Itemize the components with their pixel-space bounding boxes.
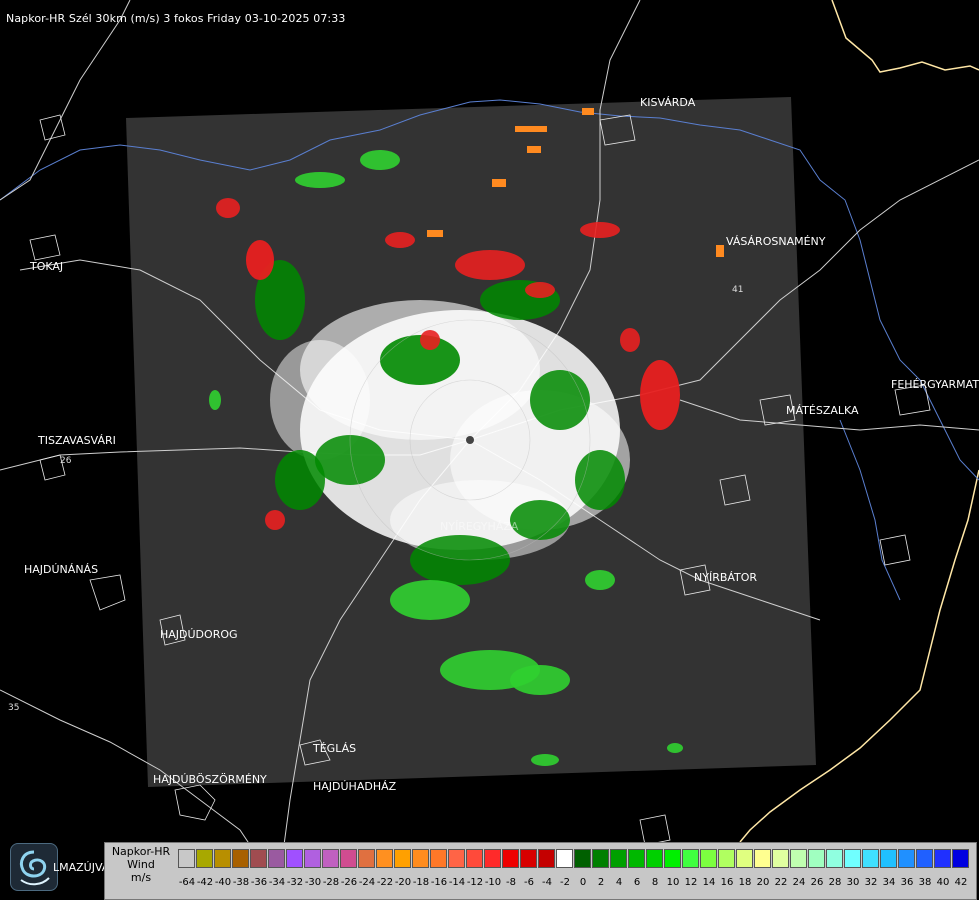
legend-swatch (610, 849, 627, 868)
legend-line2: Wind (127, 858, 155, 871)
legend-swatch (772, 849, 789, 868)
legend-swatch (448, 849, 465, 868)
legend-swatch (304, 849, 321, 868)
city-label-hajdunanas: HAJDÚNÁNÁS (24, 563, 99, 576)
legend-swatch (898, 849, 915, 868)
legend-swatch (430, 849, 447, 868)
legend-swatch (790, 849, 807, 868)
legend-swatch (646, 849, 663, 868)
road-label-35: 35 (8, 703, 19, 713)
city-label-tiszavasvari: TISZAVASVÁRI (38, 434, 116, 447)
legend-swatch (844, 849, 861, 868)
legend: Napkor-HR Wind m/s -64 -42 -40 -38 -36 -34 -32… (104, 842, 977, 900)
legend-swatch (178, 849, 195, 868)
legend-swatch (214, 849, 231, 868)
legend-unit: m/s (130, 871, 152, 884)
legend-swatch (340, 849, 357, 868)
legend-swatch (286, 849, 303, 868)
legend-swatch (880, 849, 897, 868)
legend-swatch (376, 849, 393, 868)
radar-map: 35 26 41 (0, 0, 979, 900)
legend-swatch (466, 849, 483, 868)
legend-swatch (502, 849, 519, 868)
legend-swatch (268, 849, 285, 868)
city-label-teglas: TÉGLÁS (313, 742, 357, 755)
city-label-hajdudorog: HAJDÚDOROG (160, 628, 238, 641)
legend-swatch (700, 849, 717, 868)
city-label-nyiregyhaza: NYÍREGYHÁZA (440, 520, 519, 533)
legend-swatch (322, 849, 339, 868)
legend-swatch (808, 849, 825, 868)
legend-swatch (592, 849, 609, 868)
city-label-kisvarda: KISVÁRDA (640, 96, 696, 109)
logo-icon (10, 843, 58, 891)
legend-swatch (934, 849, 951, 868)
legend-swatch (862, 849, 879, 868)
city-label-hajduboszormeny: HAJDÚBÖSZÖRMÉNY (153, 773, 267, 786)
legend-swatch (826, 849, 843, 868)
city-label-vasarosnameny: VÁSÁROSNAMÉNY (726, 235, 826, 248)
city-label-hajduhadhaz: HAJDÚHADHÁZ (313, 780, 397, 793)
legend-swatch (520, 849, 537, 868)
legend-swatch (358, 849, 375, 868)
legend-swatch (196, 849, 213, 868)
legend-swatch (916, 849, 933, 868)
legend-line1: Napkor-HR (111, 845, 171, 858)
legend-label: Napkor-HR Wind m/s (107, 845, 175, 884)
legend-swatch (952, 849, 969, 868)
legend-tick: 42 (954, 877, 968, 888)
legend-swatch (736, 849, 753, 868)
city-label-nyirbator: NYÍRBÁTOR (694, 571, 758, 584)
city-label-tokaj: TOKAJ (30, 260, 64, 273)
radar-center (466, 436, 474, 444)
legend-swatches (178, 849, 970, 868)
legend-swatch (484, 849, 501, 868)
legend-swatch (628, 849, 645, 868)
road-label-41: 41 (732, 285, 743, 295)
legend-swatch (394, 849, 411, 868)
road-label-26: 26 (60, 456, 72, 466)
map-title: Napkor-HR Szél 30km (m/s) 3 fokos Friday… (6, 12, 346, 25)
city-label-fehergyarmat: FEHÉRGYARMAT (891, 378, 979, 391)
legend-swatch (574, 849, 591, 868)
legend-swatch (250, 849, 267, 868)
legend-swatch (754, 849, 771, 868)
city-label-mateszalka: MÁTÉSZALKA (786, 404, 859, 417)
legend-swatch (664, 849, 681, 868)
legend-swatch (232, 849, 249, 868)
legend-swatch (556, 849, 573, 868)
legend-swatch (718, 849, 735, 868)
legend-swatch (412, 849, 429, 868)
legend-swatch (538, 849, 555, 868)
legend-swatch (682, 849, 699, 868)
